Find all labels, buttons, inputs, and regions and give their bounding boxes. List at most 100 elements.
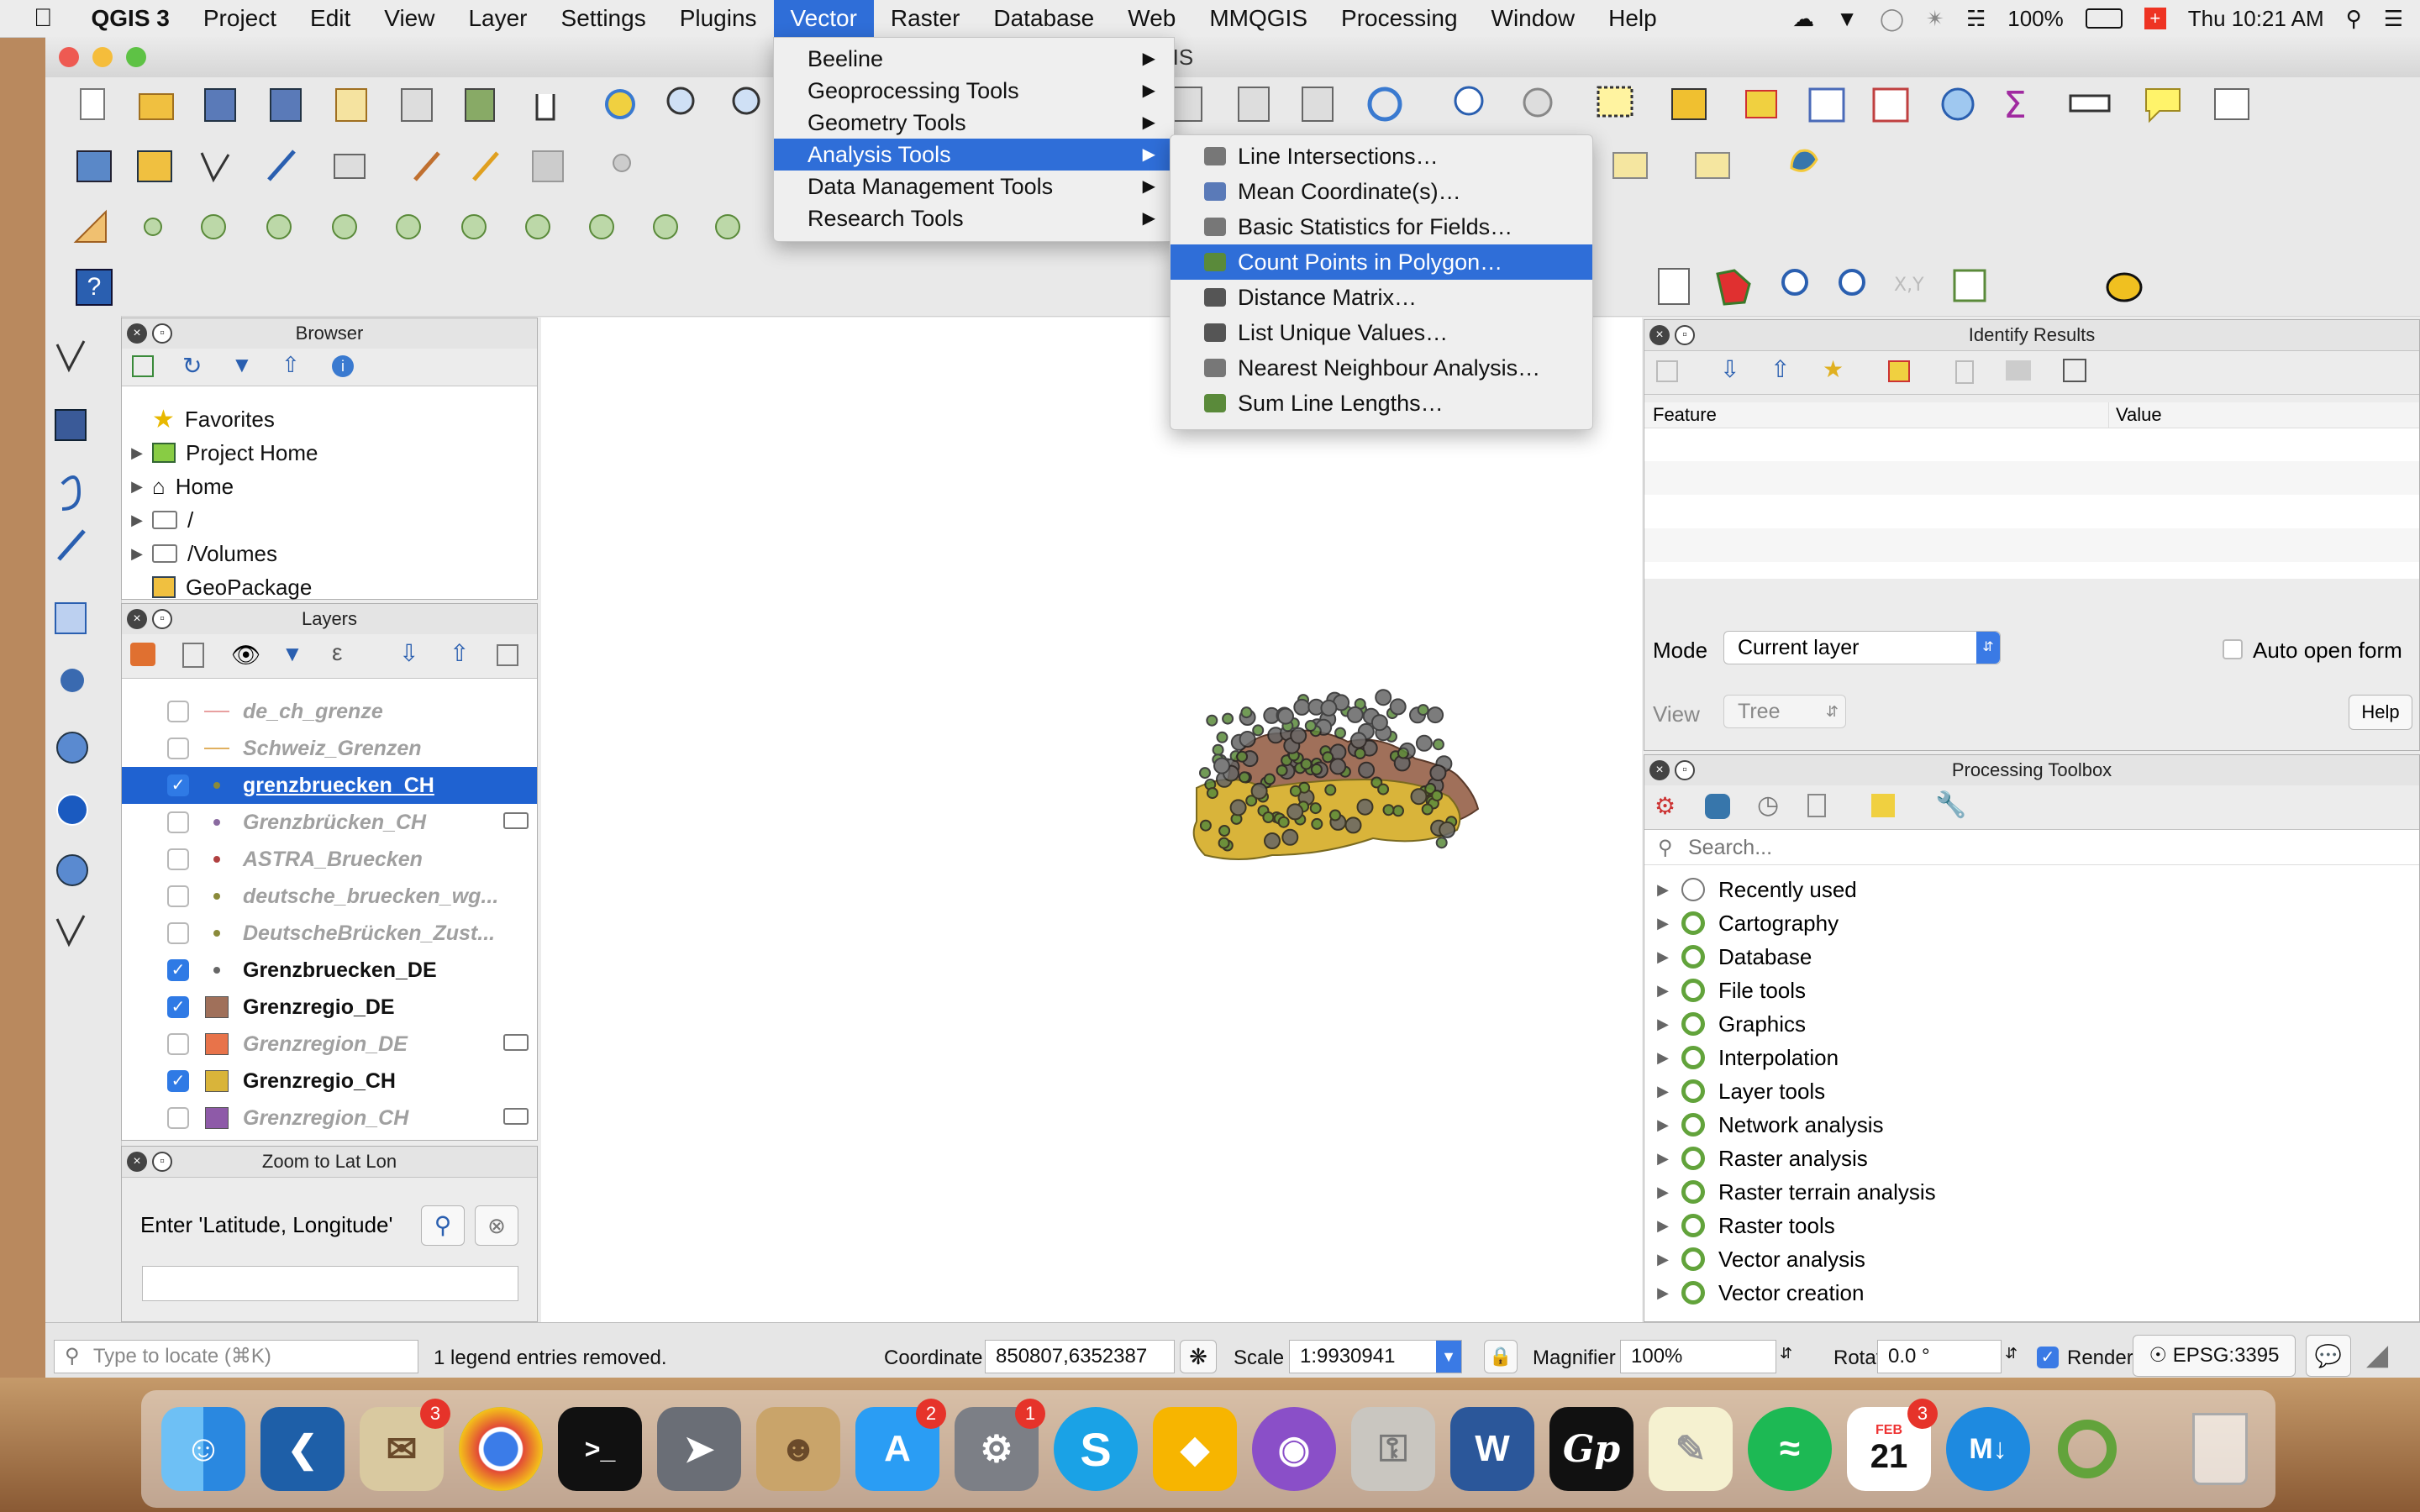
layer-item[interactable]: DeutscheBrücken_Zust... — [122, 915, 537, 952]
processing-group-item[interactable]: ▶ Recently used — [1644, 873, 2419, 906]
processing-search-input[interactable]: ⚲ — [1644, 831, 2419, 865]
menu-item-data-management[interactable]: Data Management Tools ▶ — [774, 171, 1174, 202]
apple-menu-icon[interactable]:  — [0, 0, 75, 37]
menu-layer[interactable]: Layer — [451, 0, 544, 37]
processing-group-item[interactable]: ▶ Network analysis — [1644, 1108, 2419, 1142]
scale-combobox[interactable]: 1:9930941 ▼ — [1289, 1340, 1462, 1373]
add-layer-toolbar-icons[interactable] — [45, 316, 121, 988]
menu-item-research-tools[interactable]: Research Tools ▶ — [774, 202, 1174, 234]
spotify-icon[interactable]: ≈ — [1748, 1407, 1832, 1491]
swiss-flag-icon[interactable]: + — [2144, 8, 2166, 29]
col-feature-header[interactable]: Feature — [1653, 402, 1717, 428]
processing-group-item[interactable]: ▶ Graphics — [1644, 1007, 2419, 1041]
edit-features-in-place-icon[interactable] — [1871, 794, 1895, 817]
calendar-icon[interactable]: FEB 21 3 — [1847, 1399, 1938, 1491]
render-checkbox[interactable]: ✓ — [2037, 1347, 2059, 1368]
layer-item[interactable]: Grenzregion_DE — [122, 1026, 537, 1063]
menu-settings[interactable]: Settings — [544, 0, 663, 37]
models-gear-icon[interactable]: ⚙ — [1655, 792, 1676, 820]
add-group-icon[interactable] — [182, 643, 204, 668]
browser-item-home[interactable]: ▶ ⌂ Home — [122, 470, 537, 503]
submenu-item-line-intersections[interactable]: Line Intersections… — [1171, 139, 1592, 174]
menu-web[interactable]: Web — [1111, 0, 1192, 37]
expand-arrow-icon[interactable]: ▶ — [1644, 1150, 1681, 1168]
print-icon[interactable] — [2006, 360, 2031, 381]
gp-app-icon[interactable]: Gp — [1549, 1407, 1634, 1491]
notification-center-icon[interactable]: ☰ — [2384, 6, 2403, 32]
refresh-icon[interactable]: ↻ — [182, 352, 202, 380]
menu-app-name[interactable]: QGIS 3 — [75, 0, 187, 37]
add-selected-layers-icon[interactable] — [132, 355, 154, 377]
menu-help[interactable]: Help — [1591, 0, 1674, 37]
layer-visibility-checkbox[interactable] — [167, 1107, 189, 1129]
expand-arrow-icon[interactable]: ▶ — [1644, 1251, 1681, 1268]
close-panel-icon[interactable]: × — [127, 609, 147, 629]
layer-visibility-checkbox[interactable] — [167, 848, 189, 870]
expand-arrow-icon[interactable]: ▶ — [1644, 982, 1681, 1000]
expand-new-results-icon[interactable]: ★ — [1823, 355, 1844, 383]
history-clock-icon[interactable]: ◷ — [1757, 790, 1779, 820]
expand-arrow-icon[interactable]: ▶ — [1644, 1083, 1681, 1100]
layer-item[interactable]: deutsche_bruecken_wg... — [122, 878, 537, 915]
view-select[interactable]: Tree ⇵ — [1723, 695, 1846, 728]
processing-group-item[interactable]: ▶ Cartography — [1644, 906, 2419, 940]
minimize-window-button[interactable] — [92, 47, 113, 67]
filter-icon[interactable]: ▼ — [231, 352, 253, 378]
identify-settings-icon[interactable] — [2063, 359, 2086, 382]
menu-project[interactable]: Project — [187, 0, 293, 37]
expand-arrow-icon[interactable]: ▶ — [1644, 1184, 1681, 1201]
processing-group-item[interactable]: ▶ Interpolation — [1644, 1041, 2419, 1074]
style-manager-icon[interactable] — [130, 643, 155, 666]
visibility-eye-icon[interactable]: 👁 — [231, 641, 261, 669]
plugin-toolbar-icons[interactable]: X,Y — [1642, 257, 2230, 316]
layer-visibility-checkbox[interactable]: ✓ — [167, 774, 189, 796]
layer-item[interactable]: Schweiz_Grenzen — [122, 730, 537, 767]
layer-visibility-checkbox[interactable]: ✓ — [167, 996, 189, 1018]
browser-item-root[interactable]: ▶ / — [122, 503, 537, 537]
close-panel-icon[interactable]: × — [1649, 325, 1670, 345]
system-preferences-icon[interactable]: ⚙ 1 — [955, 1399, 1045, 1491]
vpn-icon[interactable]: ▼ — [1836, 6, 1858, 32]
keychain-icon[interactable]: ⚿ — [1351, 1407, 1435, 1491]
trash-icon[interactable] — [2178, 1407, 2262, 1491]
layer-visibility-checkbox[interactable] — [167, 811, 189, 833]
magnifier-spinbox[interactable]: 100% — [1620, 1340, 1776, 1373]
menu-vector[interactable]: Vector — [773, 0, 874, 37]
results-viewer-icon[interactable] — [1807, 794, 1826, 817]
info-icon[interactable]: i — [332, 355, 354, 377]
layer-item[interactable]: de_ch_grenze — [122, 693, 537, 730]
menu-database[interactable]: Database — [976, 0, 1111, 37]
python-scripts-icon[interactable] — [1705, 794, 1730, 819]
collapse-all-icon[interactable]: ⇧ — [281, 352, 300, 378]
col-value-header[interactable]: Value — [2108, 402, 2162, 428]
terminal-icon[interactable]: >_ — [558, 1407, 642, 1491]
expand-arrow-icon[interactable]: ▶ — [1644, 1016, 1681, 1033]
processing-group-item[interactable]: ▶ File tools — [1644, 974, 2419, 1007]
browser-item-project-home[interactable]: ▶ Project Home — [122, 436, 537, 470]
menu-item-geoprocessing[interactable]: Geoprocessing Tools ▶ — [774, 75, 1174, 107]
browser-item-volumes[interactable]: ▶ /Volumes — [122, 537, 537, 570]
word-icon[interactable]: W — [1450, 1407, 1534, 1491]
expand-tree-icon[interactable] — [1656, 360, 1678, 382]
browser-item-geopackage[interactable]: GeoPackage — [122, 570, 537, 604]
zoom-window-button[interactable] — [126, 47, 146, 67]
filter-legend-icon[interactable]: ▼ — [281, 641, 303, 667]
expand-arrow-icon[interactable]: ▶ — [1644, 915, 1681, 932]
sketch-icon[interactable]: ◆ — [1153, 1407, 1237, 1491]
rotation-spinbox[interactable]: 0.0 ° — [1877, 1340, 2002, 1373]
wifi-icon[interactable]: ☵ — [1966, 6, 1986, 32]
zoom-to-coordinate-button[interactable]: ⚲ — [421, 1205, 465, 1246]
expand-all-icon[interactable]: ⇩ — [1720, 355, 1739, 383]
finder-icon[interactable]: ☺ — [161, 1407, 245, 1491]
browser-item-favorites[interactable]: ★ Favorites — [122, 402, 537, 436]
expand-arrow-icon[interactable]: ▶ — [122, 444, 152, 462]
chrome-icon[interactable] — [459, 1407, 543, 1491]
battery-percent[interactable]: 100% — [2007, 6, 2064, 32]
clear-results-icon[interactable] — [1888, 360, 1910, 382]
remove-layer-icon[interactable] — [497, 644, 518, 666]
crs-button[interactable]: ☉ EPSG:3395 — [2133, 1335, 2296, 1377]
layer-item[interactable]: ✓ Grenzregio_DE — [122, 989, 537, 1026]
processing-group-item[interactable]: ▶ Database — [1644, 940, 2419, 974]
submenu-item-sum-line-lengths[interactable]: Sum Line Lengths… — [1171, 386, 1592, 421]
menu-edit[interactable]: Edit — [293, 0, 367, 37]
